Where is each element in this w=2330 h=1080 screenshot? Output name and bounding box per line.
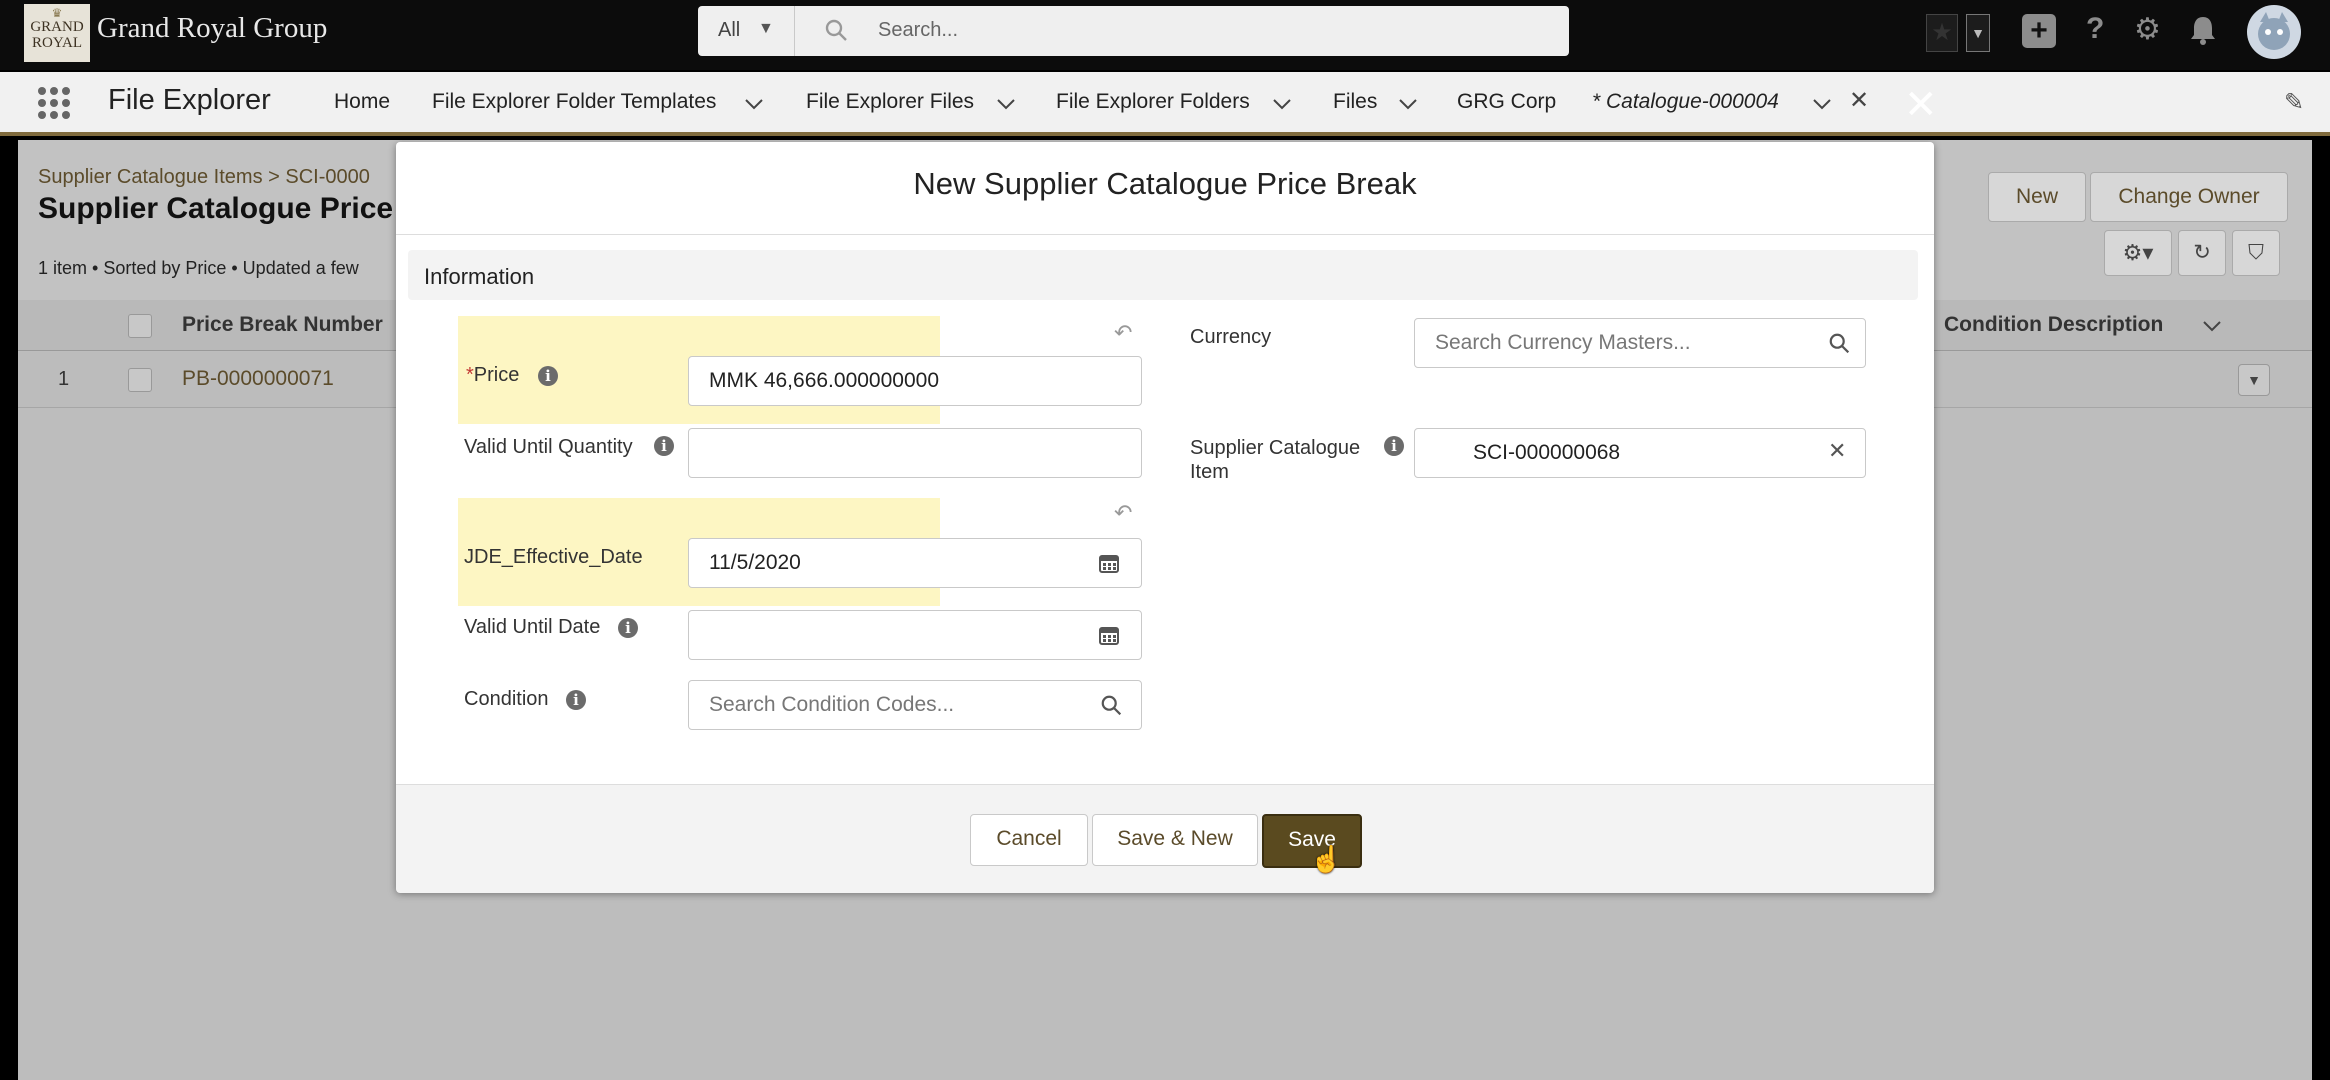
valid-until-date-input[interactable] (688, 610, 1142, 660)
undo-icon[interactable]: ↶ (1114, 500, 1132, 526)
currency-lookup-input[interactable]: Search Currency Masters... (1414, 318, 1866, 368)
search-scope-dropdown[interactable]: All ▼ (698, 6, 795, 56)
global-header: ♛ GRAND ROYAL Grand Royal Group All ▼ Se… (0, 0, 2330, 70)
crest-icon: ♛ (51, 6, 63, 20)
nav-tab-files-2[interactable]: Files (1333, 90, 1377, 114)
modal-header: New Supplier Catalogue Price Break (396, 142, 1934, 235)
currency-placeholder: Search Currency Masters... (1435, 331, 1691, 354)
search-icon[interactable] (1100, 694, 1124, 718)
refresh-icon[interactable]: ↻ (2178, 230, 2226, 276)
user-avatar[interactable] (2246, 4, 2302, 60)
condition-placeholder: Search Condition Codes... (709, 693, 955, 716)
chevron-down-icon[interactable] (744, 98, 764, 110)
calendar-icon[interactable] (1098, 552, 1120, 574)
sci-label-line-2: Item (1190, 461, 1229, 483)
company-logo[interactable]: ♛ GRAND ROYAL (24, 4, 90, 62)
notifications-bell-icon[interactable] (2188, 14, 2218, 46)
app-name: File Explorer (108, 84, 271, 116)
info-icon[interactable]: i (538, 366, 558, 386)
nav-tab-catalogue[interactable]: * Catalogue-000004 (1592, 90, 1779, 114)
price-label: *Price (466, 364, 519, 387)
row-checkbox[interactable] (128, 368, 152, 392)
brand-name: Grand Royal Group (97, 12, 328, 44)
column-header-price-break-number[interactable]: Price Break Number (182, 313, 383, 337)
modal-title: New Supplier Catalogue Price Break (913, 166, 1417, 201)
search-icon[interactable] (1828, 332, 1852, 356)
modal-close-icon[interactable]: ✕ (1904, 82, 1938, 128)
undo-icon[interactable]: ↶ (1114, 320, 1132, 346)
chevron-down-icon[interactable] (1272, 98, 1292, 110)
breadcrumb[interactable]: Supplier Catalogue Items > SCI-0000 (38, 166, 370, 189)
condition-lookup-input[interactable]: Search Condition Codes... (688, 680, 1142, 730)
required-asterisk: * (466, 364, 474, 386)
filter-icon[interactable]: ⛉ (2232, 230, 2280, 276)
chevron-down-icon[interactable] (1398, 98, 1418, 110)
sci-label-line-1: Supplier Catalogue (1190, 437, 1361, 459)
global-search: All ▼ Search... (698, 6, 1569, 56)
app-launcher-waffle-icon[interactable] (36, 85, 72, 121)
supplier-catalogue-item-lookup[interactable]: SCI-000000068 (1414, 428, 1866, 478)
nav-tab-files[interactable]: File Explorer Files (806, 90, 974, 114)
chevron-down-icon[interactable] (1812, 98, 1832, 110)
condition-label: Condition (464, 688, 549, 710)
supplier-catalogue-item-label: Supplier Catalogue Item (1190, 436, 1360, 484)
search-scope-label: All (718, 19, 741, 41)
list-settings-gear-icon[interactable]: ⚙▾ (2104, 230, 2172, 276)
row-number: 1 (58, 368, 70, 390)
valid-until-quantity-label: Valid Until Quantity (464, 436, 633, 458)
info-icon[interactable]: i (618, 618, 638, 638)
help-icon[interactable]: ? (2086, 12, 2104, 46)
price-input[interactable]: MMK 46,666.000000000 (688, 356, 1142, 406)
nav-tab-folder-templates[interactable]: File Explorer Folder Templates (432, 90, 716, 114)
close-tab-icon[interactable]: ✕ (1849, 86, 1869, 115)
valid-until-date-label: Valid Until Date (464, 616, 601, 638)
favorites-menu-chevron-icon[interactable]: ▼ (1966, 14, 1990, 52)
search-icon (825, 19, 847, 41)
new-button[interactable]: New (1988, 172, 2086, 222)
search-input[interactable]: Search... (878, 19, 958, 42)
price-break-link[interactable]: PB-0000000071 (182, 367, 334, 391)
section-title: Information (424, 264, 535, 289)
price-label-text: Price (473, 364, 520, 386)
sci-value: SCI-000000068 (1473, 441, 1621, 464)
valid-until-quantity-input[interactable] (688, 428, 1142, 478)
new-price-break-modal: New Supplier Catalogue Price Break Infor… (396, 142, 1934, 893)
select-all-checkbox[interactable] (128, 314, 152, 338)
nav-tab-home[interactable]: Home (334, 90, 390, 114)
app-navigation-bar: File Explorer Home File Explorer Folder … (0, 72, 2330, 136)
nav-tab-grg-corp[interactable]: GRG Corp (1457, 90, 1556, 114)
logo-text-2: ROYAL (31, 35, 82, 51)
chevron-down-icon[interactable] (2202, 320, 2222, 332)
info-icon[interactable]: i (1384, 436, 1404, 456)
nav-tab-folders[interactable]: File Explorer Folders (1056, 90, 1250, 114)
effective-date-value: 11/5/2020 (709, 551, 801, 574)
info-icon[interactable]: i (566, 690, 586, 710)
column-header-condition-description[interactable]: Condition Description (1944, 313, 2163, 337)
change-owner-button[interactable]: Change Owner (2090, 172, 2288, 222)
section-header-information[interactable]: Information (408, 250, 1918, 300)
currency-label: Currency (1190, 326, 1272, 348)
price-value: MMK 46,666.000000000 (709, 369, 940, 392)
save-and-new-button[interactable]: Save & New (1092, 814, 1258, 866)
clear-selection-icon[interactable]: ✕ (1828, 438, 1846, 464)
global-create-plus-icon[interactable]: + (2022, 14, 2056, 48)
jde-effective-date-input[interactable]: 11/5/2020 (688, 538, 1142, 588)
calendar-icon[interactable] (1098, 624, 1120, 646)
pointer-cursor-icon: ☝ (1310, 844, 1343, 874)
info-icon[interactable]: i (654, 436, 674, 456)
page-title: Supplier Catalogue Price B (38, 192, 424, 225)
chevron-down-icon[interactable] (996, 98, 1016, 110)
chevron-down-icon: ▼ (758, 20, 774, 37)
cancel-button[interactable]: Cancel (970, 814, 1088, 866)
jde-effective-date-label: JDE_Effective_Date (464, 546, 643, 568)
setup-gear-icon[interactable]: ⚙ (2134, 12, 2161, 47)
row-actions-chevron-icon[interactable]: ▼ (2238, 364, 2270, 396)
edit-nav-pencil-icon[interactable]: ✎ (2284, 88, 2304, 117)
list-info: 1 item • Sorted by Price • Updated a few (38, 258, 359, 278)
favorites-star-icon[interactable]: ★ (1926, 14, 1958, 52)
logo-text-1: GRAND (30, 19, 84, 35)
